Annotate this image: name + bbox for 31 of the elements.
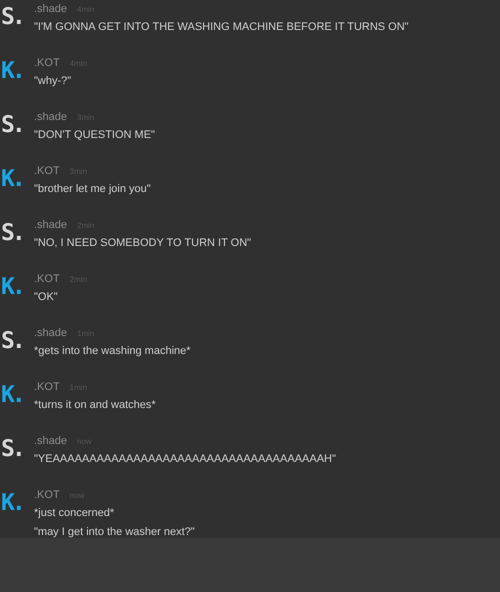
- avatar-letter: S.: [0, 220, 24, 248]
- message-text: "YEAAAAAAAAAAAAAAAAAAAAAAAAAAAAAAAAAAAAAH": [34, 452, 336, 467]
- avatar-letter: K.: [0, 490, 24, 518]
- message-text: *just concerned*: [34, 506, 116, 521]
- message-text: "I'M GONNA GET INTO THE WASHING MACHINE BEFORE IT TURNS ON": [34, 20, 409, 35]
- author-name: .shade: [34, 3, 68, 15]
- author-name: .KOT: [34, 273, 60, 285]
- message-text: "why-?": [34, 74, 72, 89]
- message-text: "brother let me join you": [34, 182, 151, 197]
- avatar-letter: S.: [0, 436, 24, 464]
- avatar-letter: S.: [0, 112, 24, 140]
- author-name: .shade: [34, 111, 68, 123]
- avatar-letter: K.: [0, 58, 24, 86]
- author-name: .KOT: [34, 489, 60, 501]
- message-text: "DON'T QUESTION ME": [34, 128, 155, 143]
- avatar-letter: K.: [0, 274, 24, 302]
- author-name: .KOT: [34, 381, 60, 393]
- message-text: *gets into the washing machine*: [34, 344, 191, 359]
- avatar-letter: K.: [0, 382, 24, 410]
- avatar-letter: S.: [0, 328, 24, 356]
- message-text: "NO, I NEED SOMEBODY TO TURN IT ON": [34, 236, 252, 251]
- message-text: *turns it on and watches*: [34, 398, 156, 413]
- message-text: "OK": [34, 290, 59, 305]
- author-name: .KOT: [34, 57, 60, 69]
- avatar-letter: S.: [0, 4, 24, 32]
- avatar-letter: K.: [0, 166, 24, 194]
- author-name: .shade: [34, 219, 68, 231]
- author-name: .KOT: [34, 165, 60, 177]
- author-name: .shade: [34, 435, 68, 447]
- message-text: "may I get into the washer next?": [34, 525, 195, 540]
- author-name: .shade: [34, 327, 68, 339]
